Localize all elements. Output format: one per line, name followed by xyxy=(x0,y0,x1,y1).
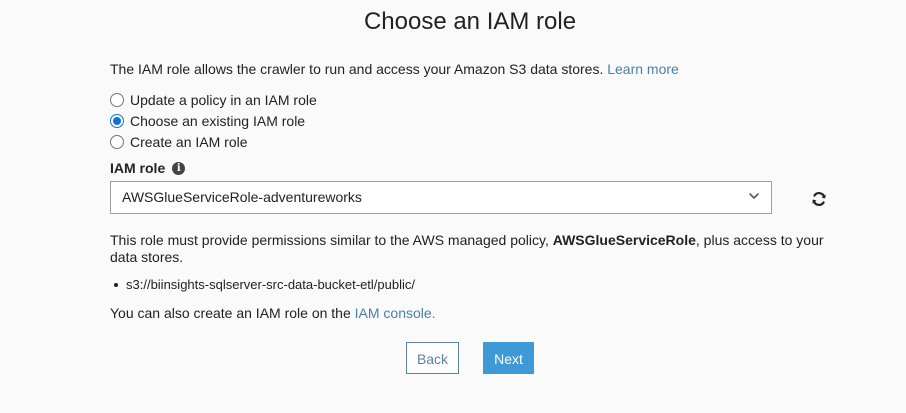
policy-name: AWSGlueServiceRole xyxy=(552,232,696,248)
option-choose-existing[interactable]: Choose an existing IAM role xyxy=(110,110,317,131)
info-icon[interactable]: i xyxy=(172,161,186,175)
refresh-icon[interactable] xyxy=(810,190,828,208)
iam-role-label-text: IAM role xyxy=(110,160,166,176)
radio-create-role[interactable] xyxy=(110,134,124,149)
iam-role-select[interactable]: AWSGlueServiceRole-adventureworks xyxy=(110,181,772,214)
radio-update-policy[interactable] xyxy=(110,92,124,107)
iam-console-link[interactable]: IAM console. xyxy=(355,305,436,321)
chevron-down-icon xyxy=(749,193,759,199)
option-label: Choose an existing IAM role xyxy=(130,112,306,129)
iam-role-selected-value: AWSGlueServiceRole-adventureworks xyxy=(122,189,362,205)
iam-console-note: You can also create an IAM role on the I… xyxy=(110,305,436,321)
intro-text-block: The IAM role allows the crawler to run a… xyxy=(110,61,679,77)
learn-more-link[interactable]: Learn more xyxy=(607,61,679,77)
description-text-before: This role must provide permissions simil… xyxy=(110,232,549,248)
back-button[interactable]: Back xyxy=(406,342,459,374)
option-create-role[interactable]: Create an IAM role xyxy=(110,131,317,152)
option-label: Update a policy in an IAM role xyxy=(130,91,317,108)
data-store-list-item: s3://biinsights-sqlserver-src-data-bucke… xyxy=(110,277,415,292)
data-store-path: s3://biinsights-sqlserver-src-data-bucke… xyxy=(126,277,415,292)
role-option-group: Update a policy in an IAM role Choose an… xyxy=(110,89,317,152)
permissions-description: This role must provide permissions simil… xyxy=(110,232,830,266)
option-label: Create an IAM role xyxy=(130,133,248,150)
radio-choose-existing[interactable] xyxy=(110,113,124,128)
iam-console-text: You can also create an IAM role on the xyxy=(110,305,351,321)
page-title: Choose an IAM role xyxy=(363,8,577,35)
next-button[interactable]: Next xyxy=(483,342,534,374)
option-update-policy[interactable]: Update a policy in an IAM role xyxy=(110,89,317,110)
iam-role-label: IAM role i xyxy=(110,160,186,176)
intro-text: The IAM role allows the crawler to run a… xyxy=(110,61,604,77)
bullet-icon xyxy=(114,282,118,287)
